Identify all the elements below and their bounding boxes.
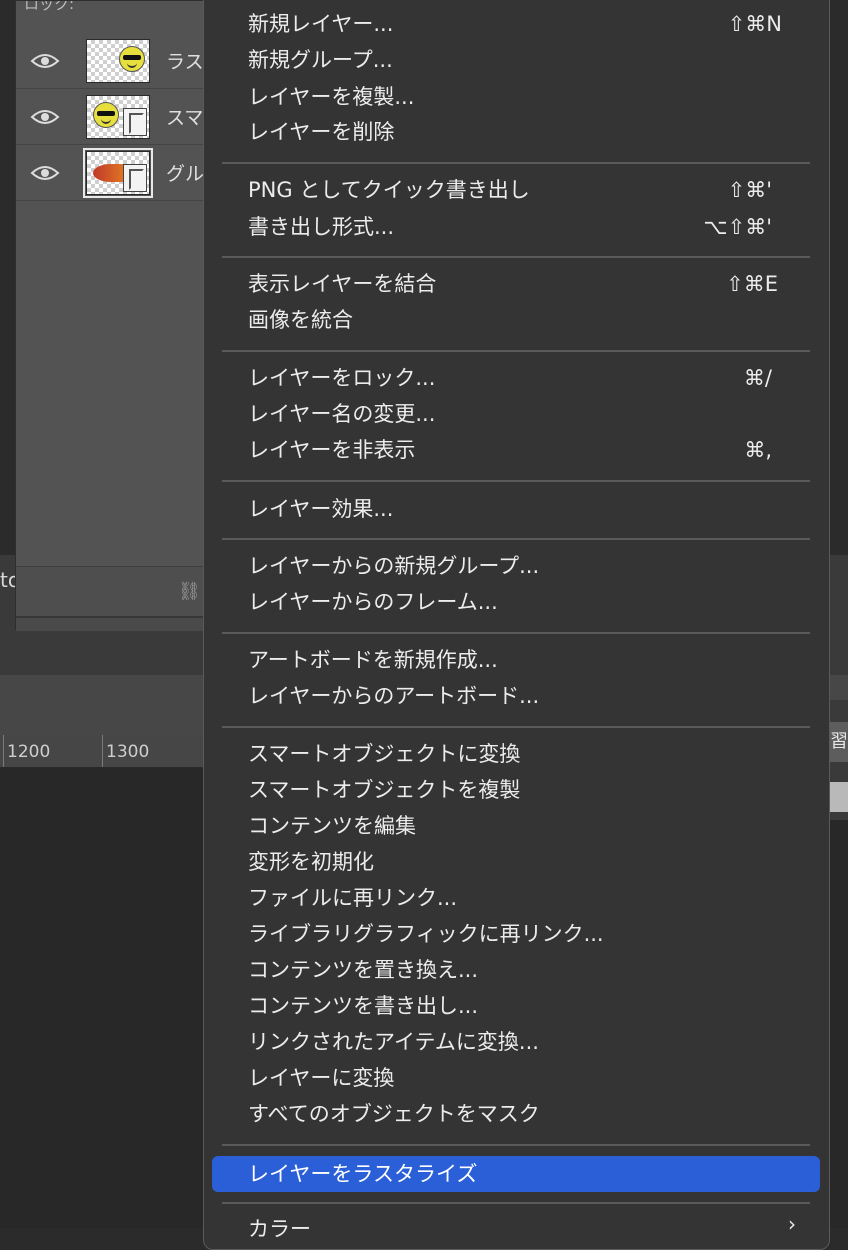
menu-item-convert-to-layers[interactable]: レイヤーに変換 [248,1061,394,1095]
shortcut-lock-layers: ⌘/ [743,366,772,390]
menu-separator [222,538,810,540]
menu-item-export-contents[interactable]: コンテンツを書き出し... [248,989,478,1023]
menu-item-mask-all-objects[interactable]: すべてのオブジェクトをマスク [248,1097,540,1131]
link-icon[interactable]: ⛓ [178,581,201,602]
layer-row[interactable]: スマ [16,89,216,145]
layers-panel: ロック: ラス スマ グル ⛓ [15,0,224,631]
panel-footer: ⛓ [16,566,214,617]
layer-row[interactable]: グル [16,145,216,201]
menu-separator [222,1144,810,1146]
menu-item-convert-to-smart-object[interactable]: スマートオブジェクトに変換 [248,737,520,771]
shortcut-hide-layer: ⌘, [744,438,772,462]
panel-bottom-edge [16,616,214,631]
menu-item-new-artboard[interactable]: アートボードを新規作成... [248,643,498,677]
right-panel-swatch[interactable] [830,782,848,812]
layer-thumbnail[interactable] [86,39,150,83]
shortcut-quick-export: ⇧⌘' [727,178,772,202]
menu-separator [222,256,810,258]
layer-thumbnail[interactable] [83,148,153,198]
menu-item-edit-contents[interactable]: コンテンツを編集 [248,809,416,843]
menu-item-group-from-layers[interactable]: レイヤーからの新規グループ... [248,549,539,583]
ruler-tick-label: 1200 [3,735,50,767]
smart-object-icon [123,108,147,136]
menu-item-relink-to-file[interactable]: ファイルに再リンク... [248,881,457,915]
eye-icon[interactable] [30,49,60,73]
menu-item-reset-transform[interactable]: 変形を初期化 [248,845,374,879]
menu-item-frame-from-layers[interactable]: レイヤーからのフレーム... [248,585,498,619]
menu-item-merge-visible[interactable]: 表示レイヤーを結合 [248,267,436,301]
menu-separator [222,632,810,634]
right-panel-icon[interactable]: 習 [830,722,848,762]
chevron-right-icon: › [788,1212,796,1236]
menu-item-convert-to-linked[interactable]: リンクされたアイテムに変換... [248,1025,539,1059]
menu-item-export-as[interactable]: 書き出し形式... [248,210,394,244]
smiley-icon [93,102,119,128]
menu-separator [222,1202,810,1204]
layer-thumbnail[interactable] [86,95,150,139]
shortcut-export-as: ⌥⇧⌘' [703,215,772,239]
menu-item-replace-contents[interactable]: コンテンツを置き換え... [248,953,478,987]
menu-item-relink-library-graphic[interactable]: ライブラリグラフィックに再リンク... [248,917,604,951]
menu-item-new-layer[interactable]: 新規レイヤー... [248,7,393,41]
layer-row[interactable]: ラス [16,33,216,89]
layer-name: スマ [166,107,204,129]
menu-item-duplicate-smart-object[interactable]: スマートオブジェクトを複製 [248,773,520,807]
layer-name: ラス [166,51,204,73]
menu-separator [222,480,810,482]
menu-item-lock-layers[interactable]: レイヤーをロック... [248,361,435,395]
layer-name: グル [166,163,205,185]
shortcut-new-layer: ⇧⌘N [727,12,782,36]
menu-item-delete-layer[interactable]: レイヤーを削除 [248,115,394,149]
menu-item-duplicate-layer[interactable]: レイヤーを複製... [248,80,414,114]
eye-icon[interactable] [30,105,60,129]
menu-item-color[interactable]: カラー [248,1212,311,1246]
menu-item-rename-layer[interactable]: レイヤー名の変更... [248,397,435,431]
menu-item-layer-effects[interactable]: レイヤー効果... [248,492,393,526]
eye-icon[interactable] [30,161,60,185]
shortcut-merge-visible: ⇧⌘E [726,272,778,296]
panel-header: ロック: [16,1,224,13]
menu-item-quick-export-png[interactable]: PNG としてクイック書き出し [248,173,530,207]
right-panel-strip: 習 [830,700,848,820]
menu-item-hide-layer[interactable]: レイヤーを非表示 [248,433,415,467]
menu-item-artboard-from-layers[interactable]: レイヤーからのアートボード... [248,679,539,713]
menu-item-flatten-image[interactable]: 画像を統合 [248,303,353,337]
menu-separator [222,350,810,352]
ruler-tick-label: 1300 [102,735,149,767]
smiley-icon [119,46,145,72]
smart-object-icon [123,164,147,192]
menu-separator [222,162,810,164]
menu-separator [222,726,810,728]
menu-item-rasterize-layer[interactable]: レイヤーをラスタライズ [248,1157,477,1191]
menu-item-new-group[interactable]: 新規グループ... [248,43,393,77]
